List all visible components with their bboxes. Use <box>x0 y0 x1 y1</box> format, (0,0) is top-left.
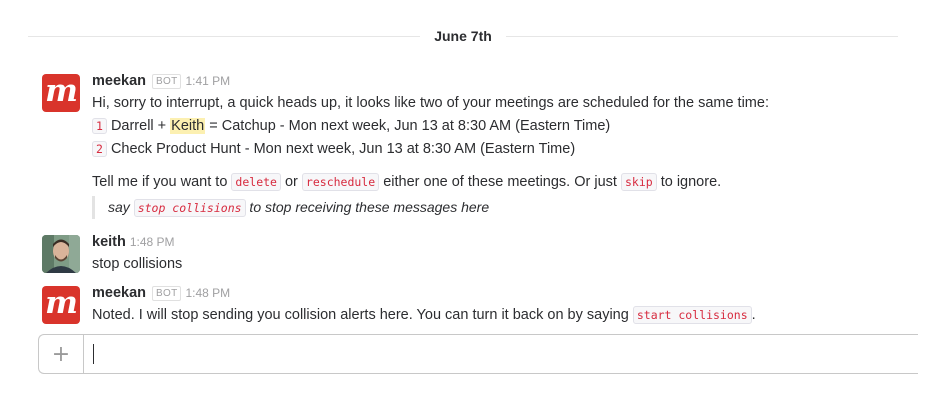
user-avatar[interactable] <box>42 235 80 273</box>
quote-text: to stop receiving these messages here <box>245 199 490 215</box>
timestamp[interactable]: 1:48 PM <box>130 235 175 249</box>
message-text: Noted. I will stop sending you collision… <box>92 304 898 327</box>
conflict-item-1: 1 Darrell + Keith = Catchup - Mon next we… <box>92 115 898 138</box>
date-label: June 7th <box>434 28 492 44</box>
command-delete: delete <box>231 173 281 191</box>
message-header: meekan BOT 1:48 PM <box>92 284 898 302</box>
conflict-item-2: 2 Check Product Hunt - Mon next week, Jun… <box>92 138 898 161</box>
prompt-text: or <box>280 174 302 190</box>
meekan-logo-icon[interactable]: m <box>42 74 80 112</box>
action-prompt: Tell me if you want to delete or resched… <box>92 171 898 194</box>
message-input-wrapper <box>84 335 918 373</box>
bot-badge: BOT <box>152 286 182 301</box>
plus-icon[interactable]: + <box>39 335 84 373</box>
command-stop-collisions: stop collisions <box>133 199 246 217</box>
conflict-text: Check Product Hunt - Mon next week, Jun … <box>110 141 576 157</box>
message-header: meekan BOT 1:41 PM <box>92 72 898 90</box>
date-divider: June 7th <box>28 24 899 48</box>
sender-name[interactable]: keith <box>92 234 126 250</box>
message-body: meekan BOT 1:41 PM Hi, sorry to interrupt,… <box>92 72 898 219</box>
highlighted-mention: Keith <box>170 118 206 134</box>
message-header: keith 1:48 PM <box>92 233 898 251</box>
message-text: stop collisions <box>92 256 183 272</box>
command-reschedule: reschedule <box>301 173 380 191</box>
meekan-logo-icon[interactable]: m <box>42 286 80 324</box>
message-composer: + <box>38 334 918 374</box>
sender-name[interactable]: meekan <box>92 285 146 301</box>
divider-rule-right <box>505 35 899 37</box>
bot-badge: BOT <box>152 74 182 89</box>
command-start-collisions: start collisions <box>632 306 752 324</box>
keith-photo-icon <box>42 235 80 273</box>
timestamp[interactable]: 1:48 PM <box>185 286 230 300</box>
message-text-post: . <box>751 307 756 323</box>
chat-window: June 7th m meekan BOT 1:41 PM Hi, sorry to… <box>0 0 944 403</box>
prompt-text: Tell me if you want to <box>92 174 232 190</box>
timestamp[interactable]: 1:41 PM <box>185 74 230 88</box>
prompt-text: to ignore. <box>656 174 722 190</box>
attachment-quote: say stop collisions to stop receiving th… <box>92 196 898 219</box>
message-input[interactable] <box>84 335 918 373</box>
message-body: meekan BOT 1:48 PM Noted. I will stop send… <box>92 284 898 327</box>
conflict-number: 2 <box>92 141 107 157</box>
meekan-logo-letter: m <box>45 286 78 321</box>
conflict-number: 1 <box>92 118 107 134</box>
prompt-text: either one of these meetings. Or just <box>379 174 621 190</box>
meekan-logo-letter: m <box>45 74 78 109</box>
text-caret <box>93 344 94 364</box>
conflict-text-pre: Darrell + <box>110 118 171 134</box>
message-text: Hi, sorry to interrupt, a quick heads up… <box>92 95 769 111</box>
message-text-pre: Noted. I will stop sending you collision… <box>92 307 633 323</box>
sender-name[interactable]: meekan <box>92 73 146 89</box>
command-skip: skip <box>620 173 657 191</box>
conflict-text-post: = Catchup - Mon next week, Jun 13 at 8:3… <box>205 118 611 134</box>
divider-rule-left <box>28 35 421 37</box>
quote-text: say <box>108 199 134 215</box>
message-body: keith 1:48 PM stop collisions <box>92 233 898 276</box>
